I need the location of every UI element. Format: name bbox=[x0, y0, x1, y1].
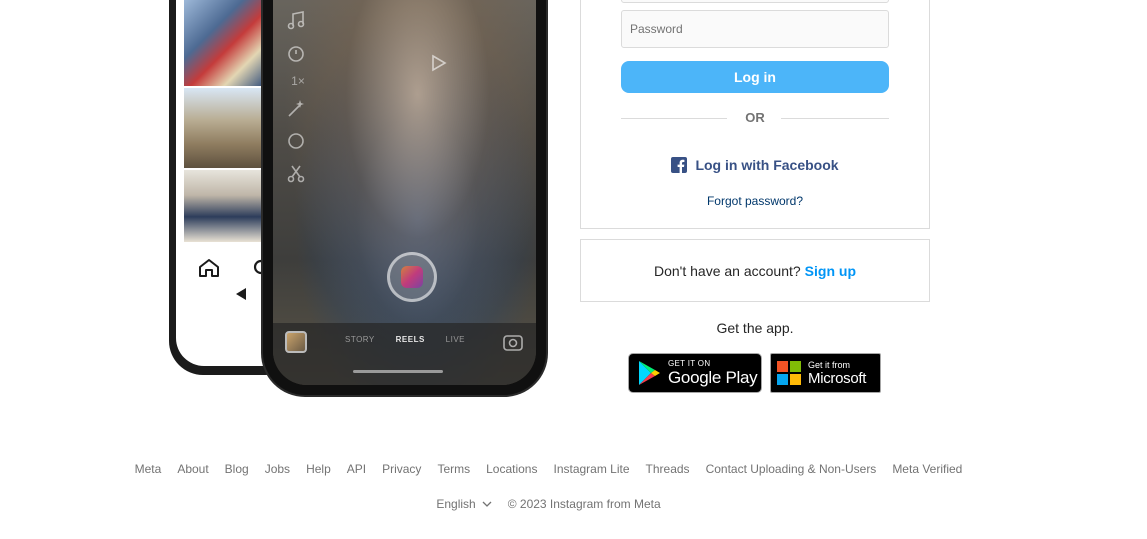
feed-photo-woman bbox=[184, 170, 266, 242]
footer-bottom: English © 2023 Instagram from Meta bbox=[0, 497, 1097, 511]
footer-link-meta-verified[interactable]: Meta Verified bbox=[892, 462, 962, 476]
microsoft-big: Microsoft bbox=[808, 369, 867, 387]
reels-icon bbox=[401, 266, 423, 288]
play-icon bbox=[432, 54, 447, 72]
microsoft-icon bbox=[777, 361, 801, 385]
password-input[interactable] bbox=[622, 11, 888, 47]
google-play-text: GET IT ON Google Play bbox=[668, 359, 758, 387]
reel-tools: 1× bbox=[285, 10, 311, 194]
magic-wand-icon bbox=[285, 98, 307, 120]
facebook-login-button[interactable]: Log in with Facebook bbox=[621, 155, 889, 175]
footer-link-privacy[interactable]: Privacy bbox=[382, 462, 421, 476]
store-badges: GET IT ON Google Play Get it from Micros… bbox=[628, 353, 881, 393]
camera-modes: STORY REELS LIVE bbox=[345, 335, 465, 344]
phone-front: 1× STORY REELS LIVE bbox=[263, 0, 546, 395]
signup-link[interactable]: Sign up bbox=[805, 263, 856, 279]
footer-link-locations[interactable]: Locations bbox=[486, 462, 537, 476]
signup-prompt: Don't have an account? bbox=[654, 262, 801, 279]
footer-link-threads[interactable]: Threads bbox=[646, 462, 690, 476]
divider-line-right bbox=[781, 118, 889, 119]
home-icon bbox=[199, 259, 219, 277]
forgot-password-link[interactable]: Forgot password? bbox=[621, 194, 889, 208]
or-divider: OR bbox=[621, 110, 889, 130]
google-play-small: GET IT ON bbox=[668, 359, 711, 368]
facebook-login-label: Log in with Facebook bbox=[695, 157, 839, 173]
mode-story: STORY bbox=[345, 335, 375, 344]
get-app-heading: Get the app. bbox=[716, 320, 794, 336]
language-label: English bbox=[436, 497, 476, 511]
footer-link-help[interactable]: Help bbox=[306, 462, 331, 476]
footer-links: Meta About Blog Jobs Help API Privacy Te… bbox=[0, 462, 1097, 476]
footer-link-terms[interactable]: Terms bbox=[437, 462, 470, 476]
footer-link-api[interactable]: API bbox=[347, 462, 366, 476]
google-play-big: Google Play bbox=[668, 368, 758, 387]
feed-photo-group bbox=[184, 0, 266, 86]
language-select[interactable]: English bbox=[436, 497, 492, 511]
footer-link-jobs[interactable]: Jobs bbox=[265, 462, 290, 476]
signup-box: Don't have an account? Sign up bbox=[580, 239, 930, 302]
footer-link-meta[interactable]: Meta bbox=[135, 462, 162, 476]
microsoft-small: Get it from bbox=[808, 359, 851, 370]
countdown-icon bbox=[285, 130, 307, 152]
google-play-badge[interactable]: GET IT ON Google Play bbox=[628, 353, 762, 393]
camera-flip-icon bbox=[503, 335, 523, 351]
google-play-icon bbox=[639, 361, 660, 385]
gallery-thumbnail bbox=[285, 331, 307, 353]
login-button[interactable]: Log in bbox=[621, 61, 889, 93]
home-indicator bbox=[353, 370, 443, 373]
scissors-icon bbox=[285, 162, 307, 184]
microsoft-text: Get it from Microsoft bbox=[808, 359, 867, 387]
copyright: © 2023 Instagram from Meta bbox=[507, 497, 661, 511]
chevron-down-icon bbox=[482, 501, 492, 507]
speed-label: 1× bbox=[291, 74, 305, 88]
password-field[interactable] bbox=[621, 10, 889, 48]
phone-mockup: 1× STORY REELS LIVE bbox=[165, 0, 550, 400]
login-card: Log in OR Log in with Facebook Forgot pa… bbox=[580, 0, 930, 229]
camera-mode-bar: STORY REELS LIVE bbox=[273, 323, 536, 385]
footer-link-contact-uploading[interactable]: Contact Uploading & Non-Users bbox=[706, 462, 877, 476]
footer-link-about[interactable]: About bbox=[177, 462, 208, 476]
reels-camera-screen: 1× STORY REELS LIVE bbox=[273, 0, 536, 385]
facebook-icon bbox=[671, 157, 688, 173]
username-field[interactable] bbox=[621, 0, 889, 3]
username-input[interactable] bbox=[622, 0, 888, 2]
footer-link-blog[interactable]: Blog bbox=[225, 462, 249, 476]
music-icon bbox=[285, 10, 307, 32]
mode-reels: REELS bbox=[395, 335, 425, 344]
timer-icon bbox=[285, 42, 307, 64]
mode-live: LIVE bbox=[445, 335, 465, 344]
microsoft-badge[interactable]: Get it from Microsoft bbox=[770, 353, 881, 393]
feed-photo-arch bbox=[184, 88, 266, 168]
login-page: 1× STORY REELS LIVE Log in OR Log in wit… bbox=[0, 0, 1147, 539]
back-triangle-icon bbox=[236, 288, 246, 300]
record-button bbox=[387, 252, 437, 302]
footer-link-instagram-lite[interactable]: Instagram Lite bbox=[553, 462, 629, 476]
